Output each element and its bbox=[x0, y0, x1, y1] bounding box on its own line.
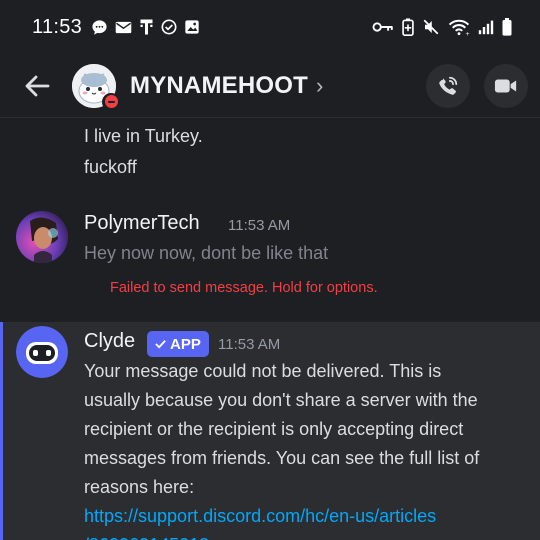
recipient-avatar[interactable] bbox=[72, 63, 120, 111]
system-message[interactable]: Clyde APP 11:53 AM Your message could no… bbox=[0, 322, 540, 540]
dm-header: MYNAMEHOOT › bbox=[0, 54, 540, 118]
header-actions bbox=[426, 63, 528, 108]
system-message-body[interactable]: Your message could not be delivered. Thi… bbox=[84, 357, 524, 540]
checkmark-icon bbox=[155, 340, 166, 349]
back-button[interactable] bbox=[20, 69, 54, 103]
message-text[interactable]: fuckoff bbox=[84, 157, 137, 178]
clyde-avatar[interactable] bbox=[16, 326, 68, 378]
check-circle-icon bbox=[161, 19, 177, 35]
author-avatar[interactable] bbox=[16, 211, 68, 263]
message-line: messages from friends. You can see the f… bbox=[84, 448, 480, 468]
app-badge-label: APP bbox=[170, 335, 201, 353]
status-bar: 11:53 + bbox=[0, 0, 540, 54]
message-text[interactable]: Hey now now, dont be like that bbox=[84, 243, 328, 264]
signal-icon bbox=[478, 19, 494, 35]
author-name[interactable]: PolymerTech bbox=[84, 212, 200, 235]
image-icon bbox=[184, 19, 200, 35]
message-line: usually because you don't share a server… bbox=[84, 390, 478, 410]
voice-call-button[interactable] bbox=[426, 63, 470, 108]
recipient-name[interactable]: MYNAMEHOOT bbox=[130, 72, 308, 100]
author-avatar-image bbox=[16, 211, 68, 263]
message-list[interactable]: I live in Turkey. fuckoff PolymerTech 11… bbox=[0, 119, 540, 540]
key-icon bbox=[372, 20, 394, 34]
highlight-bar bbox=[0, 322, 3, 540]
phone-call-icon bbox=[439, 76, 458, 95]
message-line: reasons here: bbox=[84, 477, 195, 497]
author-name[interactable]: Clyde bbox=[84, 330, 135, 353]
notification-icons bbox=[91, 18, 200, 36]
svg-text:+: + bbox=[465, 32, 470, 36]
status-time: 11:53 bbox=[32, 15, 83, 38]
message-line: recipient or the recipient is only accep… bbox=[84, 419, 464, 439]
battery-icon bbox=[502, 18, 512, 36]
message-timestamp: 11:53 AM bbox=[228, 217, 291, 234]
t-mobile-icon bbox=[139, 18, 154, 36]
message-line: Your message could not be delivered. Thi… bbox=[84, 361, 442, 381]
clyde-bot-icon bbox=[16, 326, 68, 378]
support-link[interactable]: https://support.discord.com/hc/en-us/art… bbox=[84, 502, 524, 531]
system-icons: + bbox=[372, 18, 512, 36]
message-text[interactable]: I live in Turkey. bbox=[84, 126, 203, 147]
wifi-icon: + bbox=[448, 18, 470, 36]
message-bubble-icon bbox=[91, 19, 108, 36]
support-link[interactable]: /360060145013 bbox=[84, 531, 524, 540]
arrow-left-icon bbox=[25, 75, 50, 96]
video-camera-icon bbox=[494, 79, 517, 92]
chevron-right-icon[interactable]: › bbox=[316, 73, 323, 99]
message-timestamp: 11:53 AM bbox=[218, 336, 281, 353]
mute-icon bbox=[422, 18, 440, 36]
mail-icon bbox=[115, 20, 132, 35]
failed-send-notice[interactable]: Failed to send message. Hold for options… bbox=[110, 280, 378, 296]
dnd-status-icon bbox=[102, 92, 120, 111]
video-call-button[interactable] bbox=[484, 63, 528, 108]
battery-saver-icon bbox=[402, 18, 414, 36]
app-badge: APP bbox=[147, 331, 209, 357]
